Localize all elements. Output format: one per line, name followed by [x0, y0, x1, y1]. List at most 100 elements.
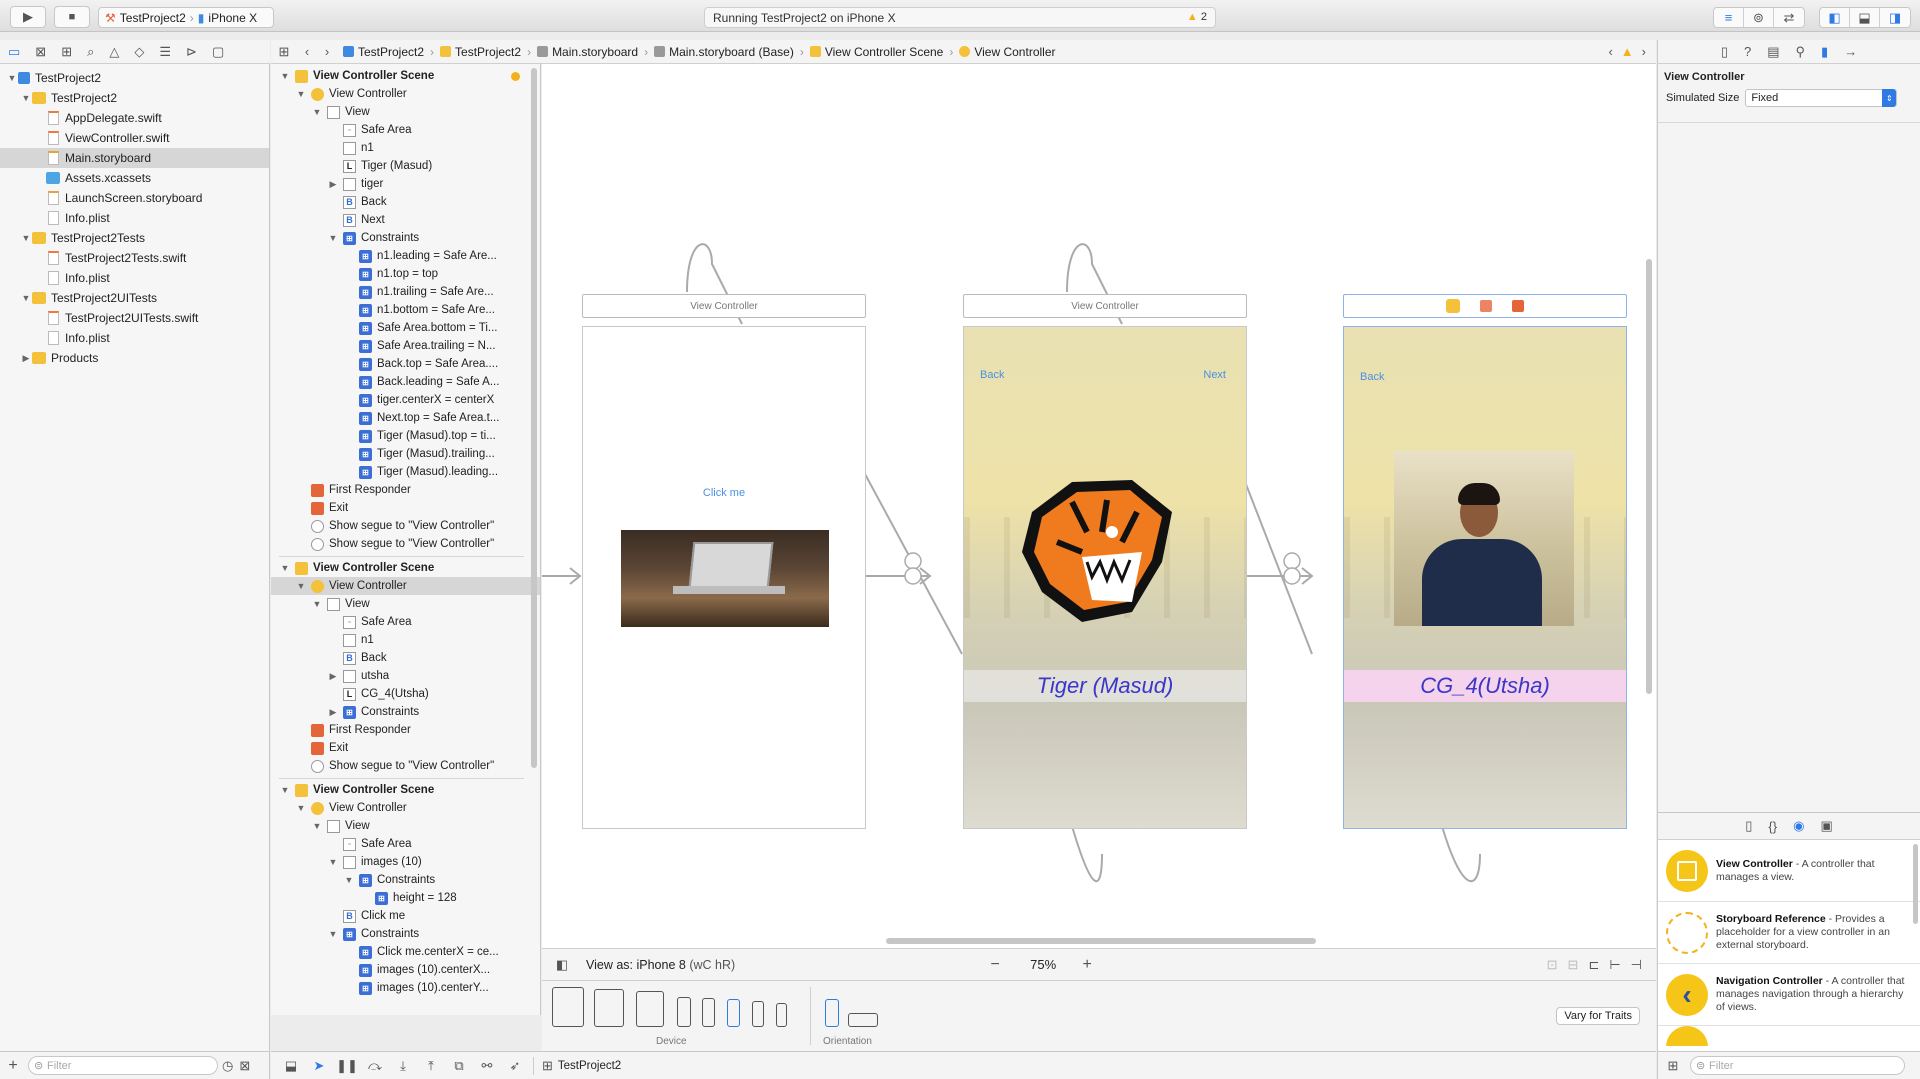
- scheme-selector[interactable]: ⚒ TestProject2 › ▮ iPhone X: [98, 7, 274, 28]
- disclosure-open-icon[interactable]: ▼: [295, 581, 307, 591]
- outline-row[interactable]: B Back: [271, 649, 540, 667]
- outline-row[interactable]: ▼ ⊞ Constraints: [271, 925, 540, 943]
- disclosure-closed-icon[interactable]: ▶: [20, 353, 32, 364]
- file-tree-item[interactable]: Info.plist: [0, 328, 269, 348]
- outline-row[interactable]: ⊞ Tiger (Masud).top = ti...: [271, 427, 540, 445]
- outline-scrollbar[interactable]: [531, 68, 537, 768]
- outline-row[interactable]: ▼ View: [271, 595, 540, 613]
- warning-icon[interactable]: ▲: [1621, 44, 1634, 59]
- folder-icon[interactable]: ▭: [8, 44, 20, 60]
- version-editor-button[interactable]: ⇄: [1774, 8, 1804, 27]
- disclosure-open-icon[interactable]: ▼: [20, 293, 32, 303]
- breadcrumb-item[interactable]: TestProject2: [434, 45, 527, 59]
- run-button[interactable]: ▶: [10, 6, 46, 28]
- breadcrumb-item[interactable]: View Controller Scene: [804, 45, 950, 59]
- report-icon[interactable]: ▢: [212, 44, 224, 60]
- disclosure-open-icon[interactable]: ▼: [279, 785, 291, 795]
- back-arrow-icon[interactable]: ‹: [297, 44, 317, 59]
- disclosure-open-icon[interactable]: ▼: [20, 233, 32, 243]
- code-snippet-icon[interactable]: {}: [1768, 819, 1777, 834]
- size-icon[interactable]: ▮: [1821, 44, 1828, 60]
- standard-editor-button[interactable]: ≡: [1714, 8, 1744, 27]
- utsha-photo[interactable]: [1394, 451, 1574, 626]
- outline-row[interactable]: ⊞ n1.trailing = Safe Are...: [271, 283, 540, 301]
- library-item[interactable]: Storyboard Reference - Provides a placeh…: [1658, 902, 1920, 964]
- hierarchy-icon[interactable]: ⊞: [61, 44, 72, 60]
- file-tree-item[interactable]: Main.storyboard: [0, 148, 269, 168]
- scene2-view[interactable]: Back Next Tiger (Masud): [963, 326, 1247, 829]
- library-item[interactable]: ‹ Navigation Controller - A controller th…: [1658, 964, 1920, 1026]
- outline-row[interactable]: L CG_4(Utsha): [271, 685, 540, 703]
- outline-row[interactable]: B Back: [271, 193, 540, 211]
- disclosure-open-icon[interactable]: ▼: [6, 73, 18, 83]
- iphone-x-device-button[interactable]: [702, 998, 715, 1027]
- outline-row[interactable]: ▫ Safe Area: [271, 613, 540, 631]
- file-tree-item[interactable]: ▼ TestProject2Tests: [0, 228, 269, 248]
- outline-row[interactable]: ▼ View Controller: [271, 799, 540, 817]
- outline-scene-row[interactable]: ▼ View Controller Scene: [271, 781, 540, 799]
- file-tree-item[interactable]: Info.plist: [0, 208, 269, 228]
- view-controller-icon[interactable]: [1446, 299, 1460, 313]
- file-template-icon[interactable]: ▯: [1745, 818, 1752, 834]
- identity-icon[interactable]: ▤: [1767, 44, 1779, 60]
- disclosure-open-icon[interactable]: ▼: [295, 803, 307, 813]
- outline-row[interactable]: ▼ ⊞ Constraints: [271, 229, 540, 247]
- disclosure-open-icon[interactable]: ▼: [327, 857, 339, 867]
- pause-icon[interactable]: ❚❚: [336, 1058, 358, 1074]
- breakpoints-toggle-icon[interactable]: ➤: [309, 1058, 329, 1074]
- embed-icon[interactable]: ⊡: [1547, 957, 1558, 973]
- outline-row[interactable]: ▫ Safe Area: [271, 835, 540, 853]
- outline-row[interactable]: ▶ ⊞ Constraints: [271, 703, 540, 721]
- outline-row[interactable]: ▼ ⊞ Constraints: [271, 871, 540, 889]
- disclosure-open-icon[interactable]: ▼: [311, 599, 323, 609]
- view-as-label[interactable]: View as: iPhone 8 (wC hR): [586, 958, 735, 972]
- back-button[interactable]: Back: [1360, 371, 1384, 383]
- outline-row[interactable]: ⊞ images (10).centerX...: [271, 961, 540, 979]
- scene1-dock[interactable]: View Controller: [582, 294, 866, 318]
- outline-row[interactable]: ⊞ n1.bottom = Safe Are...: [271, 301, 540, 319]
- disclosure-open-icon[interactable]: ▼: [327, 929, 339, 939]
- chevron-right-icon[interactable]: ›: [1642, 44, 1646, 59]
- debug-icon[interactable]: ☰: [159, 44, 171, 60]
- canvas-horizontal-scrollbar[interactable]: [886, 938, 1316, 944]
- cg4-utsha-label[interactable]: CG_4(Utsha): [1344, 670, 1626, 702]
- library-item[interactable]: View Controller - A controller that mana…: [1658, 840, 1920, 902]
- step-into-icon[interactable]: ⤓: [393, 1058, 413, 1074]
- chevron-left-icon[interactable]: ‹: [1608, 44, 1612, 59]
- next-button[interactable]: Next: [1203, 369, 1226, 381]
- tiger-image[interactable]: [1012, 472, 1182, 632]
- breadcrumb-item[interactable]: View Controller: [953, 45, 1061, 59]
- attributes-icon[interactable]: ⚲: [1796, 44, 1806, 60]
- disclosure-open-icon[interactable]: ▼: [327, 233, 339, 243]
- outline-row[interactable]: Show segue to "View Controller": [271, 757, 540, 775]
- outline-row[interactable]: ⊞ height = 128: [271, 889, 540, 907]
- disclosure-open-icon[interactable]: ▼: [295, 89, 307, 99]
- navigator-filter-input[interactable]: Filter: [28, 1056, 218, 1075]
- object-library-icon[interactable]: ◉: [1793, 818, 1804, 834]
- media-library-icon[interactable]: ▣: [1820, 818, 1832, 834]
- disclosure-open-icon[interactable]: ▼: [311, 107, 323, 117]
- outline-row[interactable]: ⊞ Safe Area.bottom = Ti...: [271, 319, 540, 337]
- first-responder-icon[interactable]: [1480, 300, 1492, 312]
- ipad-device-button[interactable]: [636, 991, 664, 1027]
- disclosure-open-icon[interactable]: ▼: [20, 93, 32, 103]
- location-icon[interactable]: ➶: [505, 1058, 525, 1074]
- scene2-dock[interactable]: View Controller: [963, 294, 1247, 318]
- help-icon[interactable]: ?: [1744, 44, 1751, 59]
- file-tree-item[interactable]: LaunchScreen.storyboard: [0, 188, 269, 208]
- file-icon[interactable]: ▯: [1721, 44, 1728, 60]
- tiger-masud-label[interactable]: Tiger (Masud): [964, 670, 1246, 702]
- hide-debug-icon[interactable]: ⬓: [281, 1058, 301, 1074]
- outline-row[interactable]: First Responder: [271, 481, 540, 499]
- iphone-4s-device-button[interactable]: [776, 1003, 787, 1027]
- search-icon[interactable]: ⌕: [87, 44, 94, 60]
- portrait-orientation-button[interactable]: [825, 999, 839, 1027]
- outline-row[interactable]: ▫ Safe Area: [271, 121, 540, 139]
- outline-row[interactable]: ⊞ Tiger (Masud).trailing...: [271, 445, 540, 463]
- file-tree-item[interactable]: ▼ TestProject2: [0, 88, 269, 108]
- source-control-icon[interactable]: ⊠: [35, 44, 46, 60]
- outline-row[interactable]: ⊞ n1.top = top: [271, 265, 540, 283]
- exit-icon[interactable]: [1512, 300, 1524, 312]
- disclosure-closed-icon[interactable]: ▶: [327, 179, 339, 190]
- vary-for-traits-button[interactable]: Vary for Traits: [1556, 1007, 1640, 1025]
